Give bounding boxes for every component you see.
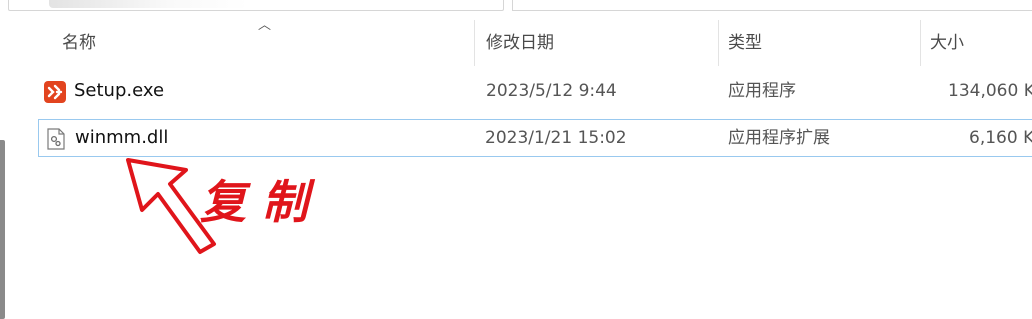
blurred-text: [49, 0, 249, 8]
file-name[interactable]: Setup.exe: [74, 73, 164, 109]
file-row-setup[interactable]: Setup.exe 2023/5/12 9:44 应用程序 134,060 K: [38, 73, 1032, 111]
file-size: 134,060 K: [948, 81, 1032, 101]
scrollbar-thumb[interactable]: [0, 140, 5, 319]
column-header-modified-label: 修改日期: [486, 33, 554, 53]
column-header-size[interactable]: 大小: [918, 20, 1032, 66]
dll-file-icon: [47, 128, 65, 150]
column-header-type[interactable]: 类型: [716, 20, 920, 66]
file-modified: 2023/1/21 15:02: [485, 128, 627, 148]
file-modified: 2023/5/12 9:44: [486, 81, 617, 101]
column-header-size-label: 大小: [930, 33, 964, 53]
top-bar-right: [512, 0, 1032, 11]
annotation-label: 复 制: [200, 175, 316, 229]
file-row-winmm[interactable]: winmm.dll 2023/1/21 15:02 应用程序扩展 6,160 K: [38, 119, 1032, 157]
file-size: 6,160 K: [969, 128, 1032, 148]
column-header-type-label: 类型: [728, 33, 762, 53]
annotation-arrow-icon: [126, 158, 216, 254]
file-type: 应用程序扩展: [728, 128, 830, 148]
setup-app-icon: [44, 81, 66, 103]
column-header-modified[interactable]: 修改日期: [474, 20, 718, 66]
file-name[interactable]: winmm.dll: [75, 120, 168, 156]
column-header-name[interactable]: 名称: [50, 20, 474, 66]
column-header-row: ︿ 名称 修改日期 类型 大小: [0, 19, 1032, 66]
search-field-top[interactable]: [8, 0, 504, 11]
file-type: 应用程序: [728, 81, 796, 101]
column-header-name-label: 名称: [62, 33, 96, 53]
